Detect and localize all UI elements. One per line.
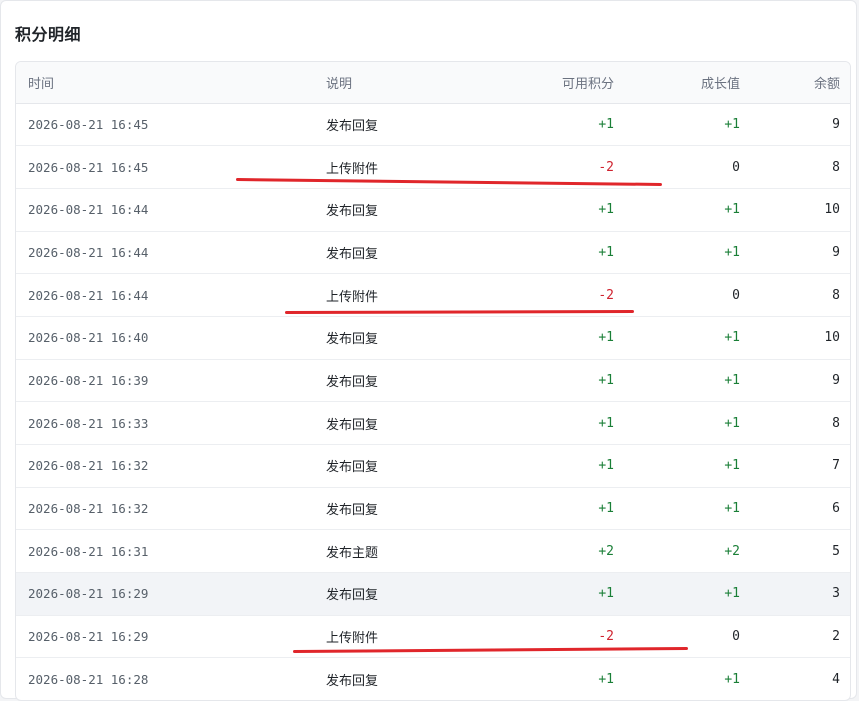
row-balance: 10 xyxy=(752,188,850,232)
row-description: 发布回复 xyxy=(316,572,516,616)
table-row: 2026-08-21 16:28 发布回复 +1 +1 4 xyxy=(16,657,850,700)
row-growth: +1 xyxy=(626,316,752,360)
row-description: 发布回复 xyxy=(316,188,516,232)
row-description: 发布回复 xyxy=(316,316,516,360)
column-header-time: 时间 xyxy=(16,62,316,104)
row-balance: 2 xyxy=(752,615,850,659)
row-growth: +1 xyxy=(626,231,752,275)
column-header-points: 可用积分 xyxy=(516,62,626,104)
row-description: 发布回复 xyxy=(316,657,516,700)
row-points: +1 xyxy=(516,359,626,403)
table-header-row: 时间 说明 可用积分 成长值 余额 xyxy=(16,62,850,104)
row-points: +1 xyxy=(516,572,626,616)
table-row: 2026-08-21 16:44 发布回复 +1 +1 10 xyxy=(16,188,850,232)
row-growth: +1 xyxy=(626,444,752,488)
column-header-growth: 成长值 xyxy=(626,62,752,104)
row-points: +1 xyxy=(516,316,626,360)
table-row: 2026-08-21 16:31 发布主题 +2 +2 5 xyxy=(16,529,850,574)
row-time: 2026-08-21 16:45 xyxy=(16,145,316,189)
row-growth: +2 xyxy=(626,529,752,574)
row-description: 发布回复 xyxy=(316,444,516,488)
row-time: 2026-08-21 16:39 xyxy=(16,359,316,403)
row-time: 2026-08-21 16:45 xyxy=(16,103,316,147)
row-points: +1 xyxy=(516,444,626,488)
row-balance: 5 xyxy=(752,529,850,574)
table-row: 2026-08-21 16:44 发布回复 +1 +1 9 xyxy=(16,231,850,275)
row-points: +1 xyxy=(516,487,626,531)
row-growth: +1 xyxy=(626,103,752,147)
table-row: 2026-08-21 16:40 发布回复 +1 +1 10 xyxy=(16,316,850,360)
points-detail-card: 积分明细 时间 说明 可用积分 成长值 余额 2026-08-21 16:45 发… xyxy=(0,0,857,701)
table-row: 2026-08-21 16:39 发布回复 +1 +1 9 xyxy=(16,359,850,403)
column-header-description: 说明 xyxy=(316,62,516,104)
table-row: 2026-08-21 16:32 发布回复 +1 +1 7 xyxy=(16,444,850,488)
row-description: 发布主题 xyxy=(316,529,516,574)
row-time: 2026-08-21 16:32 xyxy=(16,444,316,488)
row-balance: 9 xyxy=(752,103,850,147)
table-row: 2026-08-21 16:32 发布回复 +1 +1 6 xyxy=(16,487,850,531)
table-row: 2026-08-21 16:29 发布回复 +1 +1 3 xyxy=(16,572,850,616)
row-growth: +1 xyxy=(626,401,752,445)
row-description: 发布回复 xyxy=(316,359,516,403)
row-description: 发布回复 xyxy=(316,401,516,445)
row-points: +2 xyxy=(516,529,626,574)
row-description: 发布回复 xyxy=(316,231,516,275)
row-time: 2026-08-21 16:28 xyxy=(16,657,316,700)
row-growth: +1 xyxy=(626,359,752,403)
row-points: +1 xyxy=(516,103,626,147)
table-row: 2026-08-21 16:45 发布回复 +1 +1 9 xyxy=(16,103,850,147)
row-balance: 8 xyxy=(752,401,850,445)
row-points: +1 xyxy=(516,231,626,275)
row-time: 2026-08-21 16:44 xyxy=(16,188,316,232)
page-title: 积分明细 xyxy=(15,25,82,44)
row-time: 2026-08-21 16:29 xyxy=(16,615,316,659)
row-time: 2026-08-21 16:40 xyxy=(16,316,316,360)
row-growth: +1 xyxy=(626,487,752,531)
row-points: +1 xyxy=(516,401,626,445)
row-time: 2026-08-21 16:29 xyxy=(16,572,316,616)
row-time: 2026-08-21 16:32 xyxy=(16,487,316,531)
row-description: 发布回复 xyxy=(316,103,516,147)
row-balance: 8 xyxy=(752,273,850,317)
row-balance: 8 xyxy=(752,145,850,189)
points-table: 时间 说明 可用积分 成长值 余额 2026-08-21 16:45 发布回复 +1… xyxy=(15,61,851,701)
row-growth: +1 xyxy=(626,657,752,700)
row-balance: 7 xyxy=(752,444,850,488)
row-points: +1 xyxy=(516,657,626,700)
row-balance: 4 xyxy=(752,657,850,700)
row-time: 2026-08-21 16:33 xyxy=(16,401,316,445)
row-description: 发布回复 xyxy=(316,487,516,531)
column-header-balance: 余额 xyxy=(752,62,850,104)
table-body: 2026-08-21 16:45 发布回复 +1 +1 9 2026-08-21 16:4… xyxy=(16,103,850,700)
row-points: -2 xyxy=(516,615,626,659)
row-time: 2026-08-21 16:44 xyxy=(16,273,316,317)
row-growth: +1 xyxy=(626,572,752,616)
row-time: 2026-08-21 16:31 xyxy=(16,529,316,574)
row-balance: 6 xyxy=(752,487,850,531)
row-growth: +1 xyxy=(626,188,752,232)
row-balance: 10 xyxy=(752,316,850,360)
row-balance: 3 xyxy=(752,572,850,616)
row-points: +1 xyxy=(516,188,626,232)
row-balance: 9 xyxy=(752,231,850,275)
row-time: 2026-08-21 16:44 xyxy=(16,231,316,275)
row-growth: 0 xyxy=(626,615,752,659)
row-growth: 0 xyxy=(626,273,752,317)
table-row: 2026-08-21 16:33 发布回复 +1 +1 8 xyxy=(16,401,850,445)
row-balance: 9 xyxy=(752,359,850,403)
